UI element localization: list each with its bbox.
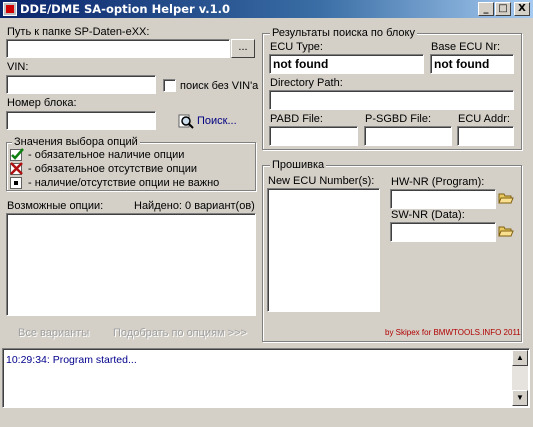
scroll-up-icon[interactable]: ▲ bbox=[512, 350, 528, 366]
scroll-down-icon[interactable]: ▼ bbox=[512, 390, 528, 406]
author-credit: by Skipex for BMWTOOLS.INFO 2011 bbox=[385, 328, 521, 337]
pabd-field bbox=[269, 126, 358, 146]
vin-label: VIN: bbox=[7, 61, 29, 73]
cross-icon bbox=[10, 162, 23, 175]
firmware-title: Прошивка bbox=[270, 159, 327, 171]
directory-label: Directory Path: bbox=[270, 77, 343, 89]
close-button[interactable]: X bbox=[514, 2, 530, 16]
title-bar[interactable]: DDE/DME SA-option Helper v.1.0 _ □ X bbox=[0, 0, 533, 18]
sw-nr-label: SW-NR (Data): bbox=[391, 209, 465, 221]
options-label: Возможные опции: bbox=[7, 200, 104, 212]
new-ecu-label: New ECU Number(s): bbox=[268, 175, 375, 187]
dot-icon bbox=[10, 177, 22, 189]
search-link[interactable]: Поиск... bbox=[197, 115, 237, 127]
path-label: Путь к папке SP-Daten-eXX: bbox=[7, 26, 150, 38]
log-panel[interactable]: 10:29:34: Program started... ▲ ▼ bbox=[2, 348, 530, 408]
all-variants-button[interactable]: Все варианты bbox=[18, 327, 89, 339]
psgbd-field bbox=[364, 126, 452, 146]
pabd-label: PABD File: bbox=[270, 113, 323, 125]
legend-title: Значения выбора опций bbox=[12, 136, 140, 148]
legend-item-excluded: - обязательное отсутствие опции bbox=[28, 163, 198, 175]
maximize-button[interactable]: □ bbox=[495, 2, 511, 16]
open-folder-icon[interactable] bbox=[498, 224, 514, 238]
hw-nr-field[interactable] bbox=[390, 189, 496, 209]
hw-nr-label: HW-NR (Program): bbox=[391, 176, 485, 188]
vin-input[interactable] bbox=[6, 75, 156, 94]
app-window: DDE/DME SA-option Helper v.1.0 _ □ X Пут… bbox=[0, 0, 533, 427]
window-title: DDE/DME SA-option Helper v.1.0 bbox=[20, 2, 230, 16]
log-line: 10:29:34: Program started... bbox=[6, 354, 137, 366]
block-input[interactable] bbox=[6, 111, 156, 130]
base-ecu-field: not found bbox=[430, 54, 514, 74]
log-scrollbar[interactable]: ▲ ▼ bbox=[512, 350, 528, 406]
legend-item-required: - обязательное наличие опции bbox=[28, 149, 185, 161]
legend-item-optional: - наличие/отсутствие опции не важно bbox=[28, 177, 220, 189]
found-count: Найдено: 0 вариант(ов) bbox=[134, 200, 255, 212]
base-ecu-label: Base ECU Nr: bbox=[431, 41, 501, 53]
sw-nr-field[interactable] bbox=[390, 222, 496, 242]
directory-field bbox=[269, 90, 514, 110]
path-input[interactable] bbox=[6, 39, 230, 58]
search-without-vin-label: поиск без VIN'a bbox=[180, 80, 259, 92]
ecu-type-field: not found bbox=[269, 54, 424, 74]
open-folder-icon[interactable] bbox=[498, 191, 514, 205]
browse-button[interactable]: ... bbox=[231, 39, 255, 58]
psgbd-label: P-SGBD File: bbox=[365, 113, 432, 125]
ecu-type-label: ECU Type: bbox=[270, 41, 323, 53]
ecu-addr-field bbox=[457, 126, 514, 146]
match-options-button[interactable]: Подобрать по опциям >>> bbox=[113, 327, 247, 339]
search-without-vin-checkbox[interactable] bbox=[163, 79, 176, 92]
options-list[interactable] bbox=[6, 213, 256, 316]
ecu-addr-label: ECU Addr: bbox=[458, 113, 510, 125]
results-title: Результаты поиска по блоку bbox=[270, 27, 417, 39]
new-ecu-list[interactable] bbox=[267, 188, 380, 312]
block-label: Номер блока: bbox=[7, 97, 77, 109]
app-icon bbox=[3, 2, 17, 16]
minimize-button[interactable]: _ bbox=[478, 2, 494, 16]
check-icon bbox=[10, 148, 24, 161]
search-icon[interactable] bbox=[178, 113, 194, 129]
